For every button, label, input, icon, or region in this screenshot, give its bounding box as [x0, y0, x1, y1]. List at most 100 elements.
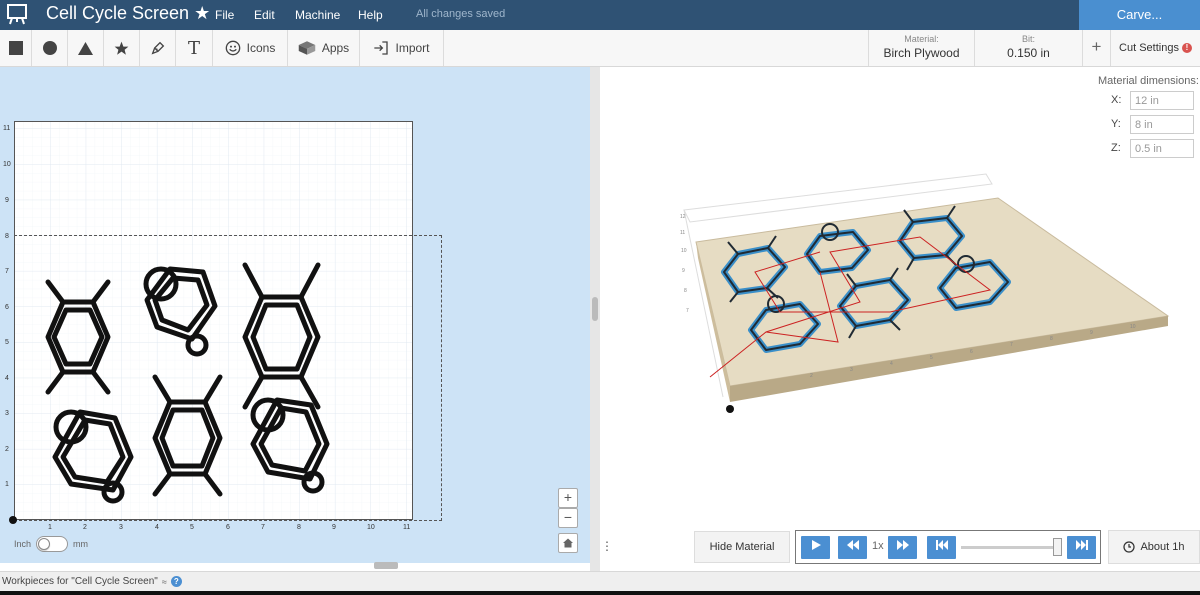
y-tick: 6: [5, 304, 9, 311]
menu-help[interactable]: Help: [358, 8, 383, 22]
simulation-player: 1x: [795, 530, 1101, 564]
dim-y-input[interactable]: [1130, 115, 1194, 134]
triangle-icon: [78, 41, 93, 55]
easel-logo-icon[interactable]: [5, 2, 29, 26]
y-tick: 5: [5, 339, 9, 346]
design-canvas-panel[interactable]: 11 10 9 8 7 6 5 4 3 2 1 1 2 3 4 5 6 7 8 …: [0, 67, 590, 563]
svg-text:5: 5: [930, 355, 933, 361]
home-view-button[interactable]: [558, 533, 578, 553]
svg-text:8: 8: [684, 288, 687, 294]
svg-text:2: 2: [810, 373, 813, 379]
preview-panel: Material dimensions: X: Y: Z:: [600, 67, 1200, 571]
fast-forward-button[interactable]: [888, 536, 917, 559]
bit-selector[interactable]: Bit: 0.150 in: [974, 30, 1082, 66]
star-tool[interactable]: [104, 30, 140, 66]
x-tick: 11: [403, 524, 411, 531]
progress-track[interactable]: [961, 546, 1061, 549]
material-caption: Material:: [904, 34, 939, 44]
icons-label: Icons: [246, 41, 276, 55]
zoom-in-button[interactable]: +: [558, 488, 578, 508]
preview-sidebar-toggle[interactable]: ⋮: [600, 535, 614, 559]
circle-tool[interactable]: [32, 30, 68, 66]
top-header: Cell Cycle Screen ★ File Edit Machine He…: [0, 0, 1200, 30]
smiley-icon: [225, 40, 240, 56]
play-button[interactable]: [801, 536, 830, 559]
unit-toggle: Inch mm: [14, 536, 88, 552]
carve-button[interactable]: Carve...: [1079, 0, 1200, 30]
x-tick: 1: [48, 524, 52, 531]
unit-switch[interactable]: [36, 536, 69, 552]
skip-to-start-icon: [935, 540, 948, 550]
x-tick: 2: [83, 524, 87, 531]
project-title-text[interactable]: Cell Cycle Screen: [46, 3, 189, 23]
triangle-tool[interactable]: [68, 30, 104, 66]
workpieces-bar[interactable]: Workpieces for "Cell Cycle Screen" ≈ ?: [0, 571, 1200, 591]
y-tick: 4: [5, 375, 9, 382]
menu-machine[interactable]: Machine: [295, 8, 340, 22]
y-tick: 7: [5, 268, 9, 275]
y-tick: 1: [5, 481, 9, 488]
star-icon: [114, 41, 129, 55]
cell-shape-5: [152, 374, 223, 497]
splitter-handle[interactable]: [592, 297, 598, 321]
window-bottom-edge: [0, 591, 1200, 595]
import-tool[interactable]: Import: [360, 30, 444, 66]
y-tick: 2: [5, 446, 9, 453]
x-tick: 7: [261, 524, 265, 531]
menu-file[interactable]: File: [215, 8, 234, 22]
dim-x-input[interactable]: [1130, 91, 1194, 110]
x-tick: 5: [190, 524, 194, 531]
svg-text:12: 12: [680, 214, 686, 220]
x-tick: 10: [367, 524, 375, 531]
design-shapes[interactable]: [15, 122, 413, 520]
add-bit-button[interactable]: +: [1082, 30, 1110, 66]
progress-handle[interactable]: [1053, 538, 1062, 556]
project-title[interactable]: Cell Cycle Screen ★: [46, 3, 210, 24]
rewind-button[interactable]: [838, 536, 867, 559]
bit-value: 0.150 in: [1007, 46, 1050, 60]
favorite-star-icon[interactable]: ★: [194, 3, 210, 23]
svg-text:7: 7: [1010, 342, 1013, 348]
hide-material-button[interactable]: Hide Material: [694, 531, 790, 563]
estimated-time: About 1h: [1108, 530, 1200, 564]
y-tick: 8: [5, 233, 9, 240]
dim-z-input[interactable]: [1130, 139, 1194, 158]
menu-edit[interactable]: Edit: [254, 8, 275, 22]
x-tick: 9: [332, 524, 336, 531]
icons-tool[interactable]: Icons: [213, 30, 288, 66]
save-status: All changes saved: [416, 8, 506, 20]
skip-to-start-button[interactable]: [927, 536, 956, 559]
estimated-time-label: About 1h: [1140, 541, 1185, 553]
zoom-out-button[interactable]: −: [558, 508, 578, 528]
cell-shape-6: [250, 397, 330, 494]
toolbar: T Icons Apps Import Material: Birch Plyw…: [0, 30, 1200, 67]
material-selector[interactable]: Material: Birch Plywood: [868, 30, 974, 66]
dim-y-label: Y:: [1111, 118, 1121, 130]
apps-label: Apps: [321, 41, 350, 55]
home-icon: [563, 538, 573, 548]
pen-tool[interactable]: [140, 30, 176, 66]
rewind-icon: [846, 540, 859, 550]
circle-icon: [42, 41, 57, 55]
x-tick: 8: [297, 524, 301, 531]
help-icon[interactable]: ?: [170, 576, 182, 587]
design-workspace[interactable]: [14, 121, 413, 520]
panel-splitter[interactable]: [590, 67, 600, 571]
svg-text:9: 9: [1090, 330, 1093, 336]
3d-preview[interactable]: 2 3 4 5 6 7 8 9 10 12 11 10 9 8 7: [670, 162, 1200, 462]
expand-chevron-icon[interactable]: ≈: [162, 577, 167, 587]
speed-label: 1x: [872, 540, 884, 552]
y-tick: 9: [5, 197, 9, 204]
warning-icon: !: [1181, 43, 1192, 53]
cut-settings-button[interactable]: Cut Settings !: [1110, 30, 1200, 66]
apps-tool[interactable]: Apps: [288, 30, 360, 66]
text-tool[interactable]: T: [176, 30, 213, 66]
skip-to-end-button[interactable]: [1067, 536, 1096, 559]
svg-text:4: 4: [890, 361, 893, 367]
canvas-scrollbar[interactable]: [374, 562, 398, 569]
svg-text:10: 10: [1130, 324, 1136, 330]
square-tool[interactable]: [0, 30, 32, 66]
apps-box-icon: [298, 41, 316, 55]
bit-caption: Bit:: [1021, 34, 1035, 44]
text-tool-icon: T: [187, 37, 200, 59]
